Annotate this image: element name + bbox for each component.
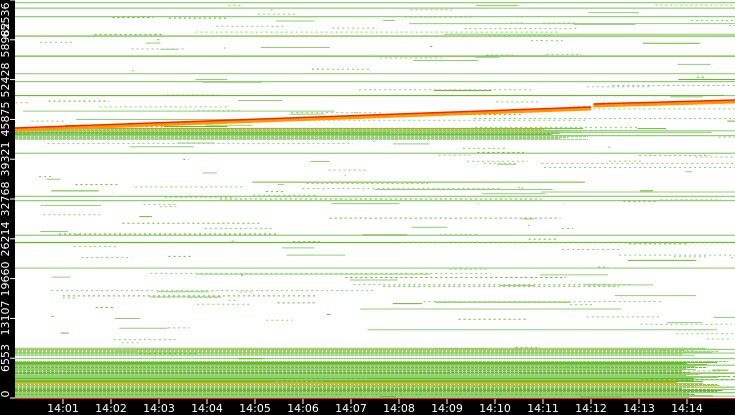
x-tick-label: 14:13 bbox=[623, 402, 655, 415]
y-tick-label: 19660 bbox=[0, 261, 12, 297]
y-tick-label: 65536 bbox=[0, 2, 12, 38]
y-tick-label: 32768 bbox=[0, 181, 12, 217]
x-tick-label: 14:07 bbox=[335, 402, 367, 415]
x-tick-label: 14:09 bbox=[431, 402, 463, 415]
scan-plot bbox=[10, 0, 735, 404]
y-tick-label: 52428 bbox=[0, 62, 12, 98]
x-tick-label: 14:06 bbox=[287, 402, 319, 415]
y-tick-label: 0 bbox=[0, 390, 12, 398]
x-tick-label: 14:01 bbox=[47, 402, 79, 415]
x-tick-label: 14:14 bbox=[671, 402, 703, 415]
y-tick-label: 45875 bbox=[0, 101, 12, 137]
x-tick-label: 14:08 bbox=[383, 402, 415, 415]
x-tick-label: 14:03 bbox=[143, 402, 175, 415]
y-tick-label: 13107 bbox=[0, 300, 12, 336]
x-tick-label: 14:02 bbox=[95, 402, 127, 415]
y-tick-label: 39321 bbox=[0, 141, 12, 177]
x-tick-label: 14:11 bbox=[527, 402, 559, 415]
x-tick-label: 14:05 bbox=[239, 402, 271, 415]
x-tick-label: 14:10 bbox=[479, 402, 511, 415]
y-tick-label: 6553 bbox=[0, 344, 12, 373]
y-tick-label: 26214 bbox=[0, 221, 12, 257]
x-tick-label: 14:04 bbox=[191, 402, 223, 415]
x-tick-label: 14:12 bbox=[575, 402, 607, 415]
